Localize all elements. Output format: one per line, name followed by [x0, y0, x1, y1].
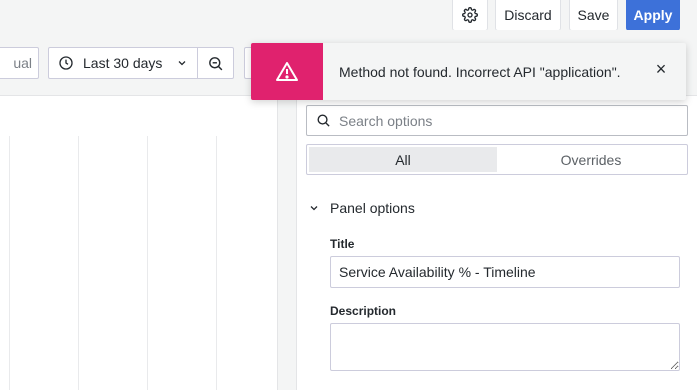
- panel-preview: [0, 96, 278, 390]
- search-input[interactable]: [339, 112, 669, 129]
- visualization-toggle-label: ual: [13, 55, 32, 71]
- gear-icon: [462, 7, 478, 23]
- error-toast: Method not found. Incorrect API "applica…: [251, 43, 686, 100]
- warning-icon: [276, 61, 298, 81]
- toast-icon-area: [251, 43, 323, 100]
- tab-overrides[interactable]: Overrides: [497, 147, 685, 172]
- grid-line: [216, 136, 217, 390]
- grid-line: [9, 136, 10, 390]
- options-pane: All Overrides Panel options Title Descri…: [296, 96, 697, 390]
- title-label: Title: [330, 237, 355, 251]
- description-input[interactable]: [330, 323, 680, 371]
- tab-all[interactable]: All: [309, 147, 497, 172]
- zoom-out-button[interactable]: [198, 47, 234, 79]
- grid-line: [147, 136, 148, 390]
- close-icon[interactable]: ×: [650, 58, 672, 80]
- clock-icon: [59, 56, 73, 70]
- search-icon: [317, 114, 330, 127]
- toast-message: Method not found. Incorrect API "applica…: [339, 63, 621, 80]
- chevron-down-icon: [310, 206, 318, 211]
- panel-options-header[interactable]: Panel options: [308, 200, 415, 216]
- options-tabs: All Overrides: [306, 144, 688, 175]
- search-box[interactable]: [306, 105, 688, 136]
- grid-line: [78, 136, 79, 390]
- time-range-label: Last 30 days: [83, 55, 163, 71]
- chevron-down-icon: [178, 61, 186, 66]
- apply-button[interactable]: Apply: [626, 0, 680, 31]
- section-title: Panel options: [330, 200, 415, 216]
- description-label: Description: [330, 304, 397, 318]
- title-input[interactable]: [330, 256, 680, 288]
- discard-button[interactable]: Discard: [495, 0, 561, 31]
- time-range-picker[interactable]: Last 30 days: [48, 47, 198, 79]
- settings-button[interactable]: [452, 0, 488, 31]
- zoom-out-icon: [209, 56, 223, 70]
- save-button[interactable]: Save: [569, 0, 618, 31]
- top-bar: Discard Save Apply: [0, 0, 697, 31]
- visualization-toggle[interactable]: ual: [0, 47, 39, 79]
